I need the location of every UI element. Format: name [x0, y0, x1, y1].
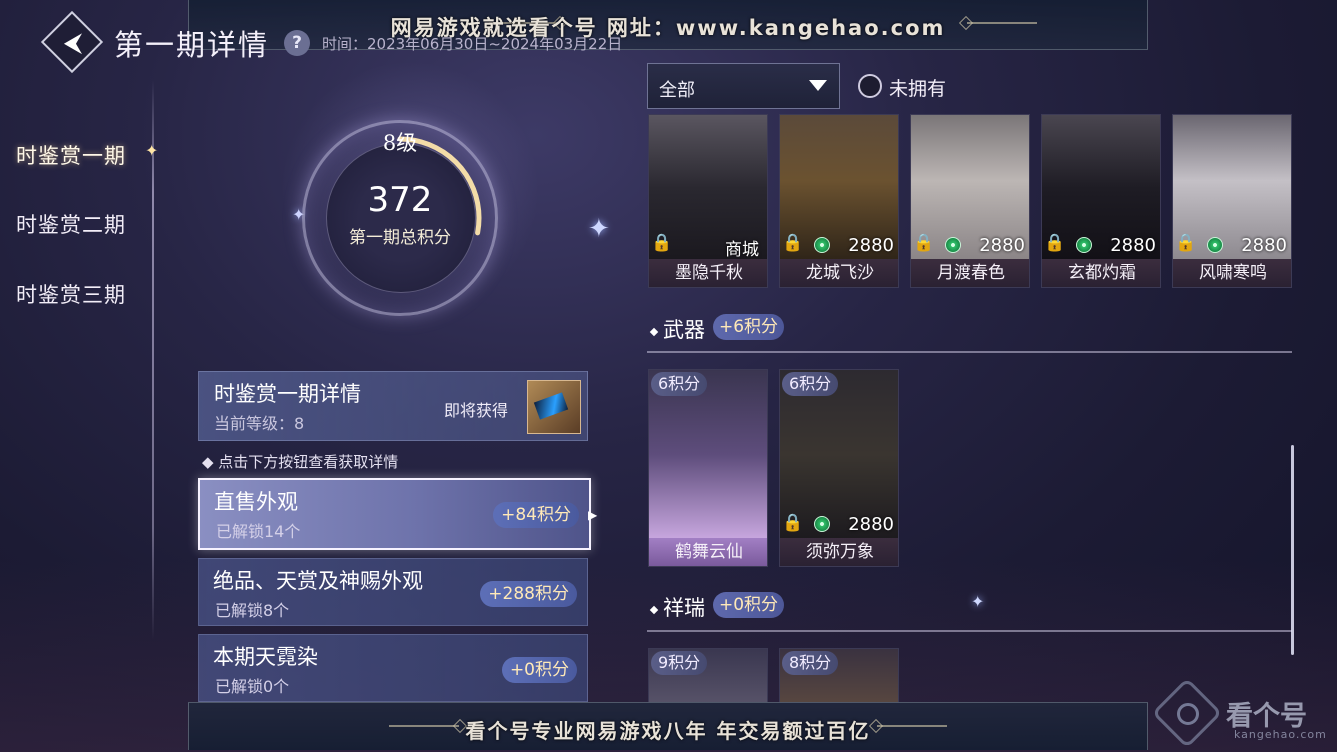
jade-coin-icon: [814, 237, 830, 253]
sparkle-icon: ✦: [588, 214, 610, 244]
active-tab-star-icon: ✦: [145, 141, 159, 160]
page-title: 第一期详情: [114, 28, 270, 62]
jade-coin-icon: [1076, 237, 1092, 253]
reward-item-icon: [533, 392, 569, 420]
outfit-price: 2880: [848, 235, 894, 256]
category-direct-sale[interactable]: 直售外观 已解锁14个 +84积分: [198, 478, 591, 550]
jade-coin-icon: [1207, 237, 1223, 253]
auspicious-points-badge: 8积分: [782, 651, 839, 675]
weapon-card[interactable]: 6积分 🔒 2880 须弥万象: [779, 369, 899, 567]
back-arrow-icon[interactable]: ⮜: [58, 28, 88, 58]
outfit-price: 2880: [1241, 235, 1287, 256]
item-list[interactable]: 🔒 商城 墨隐千秋 🔒 2880 龙城飞沙 🔒 2880 月渡春色 🔒 2880…: [647, 112, 1297, 702]
selected-arrow-icon: ▶: [588, 508, 598, 522]
diamond-icon: [649, 605, 659, 614]
auspicious-points-badge: 9积分: [651, 651, 708, 675]
category-points: +0积分: [501, 657, 577, 683]
info-card-title: 时鉴赏一期详情: [214, 382, 361, 406]
outfit-card[interactable]: 🔒 商城 墨隐千秋: [648, 114, 768, 288]
lock-icon: 🔒: [1044, 233, 1066, 253]
weapon-section-points: +6积分: [713, 314, 785, 340]
watermark-logo-url: kangehao.com: [1234, 728, 1327, 741]
outfit-name: 龙城飞沙: [780, 259, 898, 287]
outfit-price: 2880: [979, 235, 1025, 256]
weapon-name: 须弥万象: [780, 538, 898, 566]
category-unlocked: 已解锁14个: [216, 522, 301, 541]
category-name: 绝品、天赏及神赐外观: [213, 569, 423, 593]
auspicious-section-points: +0积分: [713, 592, 785, 618]
filter-dropdown[interactable]: 全部: [647, 63, 840, 109]
category-unlocked: 已解锁0个: [215, 677, 290, 696]
weapon-name: 鹤舞云仙: [649, 538, 767, 566]
outfit-name: 墨隐千秋: [649, 259, 767, 287]
scrollbar[interactable]: [1291, 445, 1294, 655]
tab-period-1[interactable]: 时鉴赏一期: [16, 140, 126, 170]
lock-icon: 🔒: [782, 233, 804, 253]
auspicious-section-title: 祥瑞: [649, 592, 705, 622]
category-points: +84积分: [493, 502, 579, 528]
lock-icon: 🔒: [913, 233, 935, 253]
tab-period-3[interactable]: 时鉴赏三期: [16, 279, 126, 309]
category-dye[interactable]: 本期天霓染 已解锁0个 +0积分: [198, 634, 588, 702]
category-points: +288积分: [480, 581, 577, 607]
section-divider: [647, 630, 1292, 632]
outfit-price: 2880: [1110, 235, 1156, 256]
lock-icon: 🔒: [782, 513, 804, 533]
hint-text: ◆ 点击下方按钮查看获取详情: [202, 453, 399, 471]
category-name: 本期天霓染: [213, 645, 318, 669]
jade-coin-icon: [814, 516, 830, 532]
auspicious-card[interactable]: 9积分: [648, 648, 768, 702]
weapon-section-title: 武器: [649, 314, 705, 344]
filter-value: 全部: [659, 80, 695, 101]
total-score: 372: [367, 180, 433, 220]
outfit-card[interactable]: 🔒 2880 玄都灼霜: [1041, 114, 1161, 288]
caret-down-icon: [809, 80, 827, 91]
outfit-name: 月渡春色: [911, 259, 1029, 287]
jade-coin-icon: [945, 237, 961, 253]
help-icon[interactable]: ?: [284, 30, 310, 56]
outfit-name: 风啸寒鸣: [1173, 259, 1291, 287]
upcoming-reward-label: 即将获得: [444, 401, 509, 420]
auspicious-card[interactable]: 8积分: [779, 648, 899, 702]
reward-thumbnail[interactable]: [527, 380, 581, 434]
current-level: 当前等级：8: [214, 414, 305, 433]
watermark-bottom-text: 看个号专业网易游戏八年 年交易额过百亿: [465, 719, 871, 743]
section-divider: [647, 351, 1292, 353]
weapon-card[interactable]: 6积分 鹤舞云仙: [648, 369, 768, 567]
outfit-card[interactable]: 🔒 2880 月渡春色: [910, 114, 1030, 288]
category-premium[interactable]: 绝品、天赏及神赐外观 已解锁8个 +288积分: [198, 558, 588, 626]
outfit-name: 玄都灼霜: [1042, 259, 1160, 287]
period-date: 时间：2023年06月30日~2024年03月22日: [322, 35, 623, 53]
not-owned-label[interactable]: 未拥有: [889, 74, 946, 101]
diamond-icon: [649, 327, 659, 336]
watermark-eye-icon: [1177, 703, 1199, 725]
lock-icon: 🔒: [651, 233, 673, 253]
watermark-bottom-banner: 看个号专业网易游戏八年 年交易额过百亿: [188, 702, 1148, 750]
tab-divider: [152, 80, 154, 640]
lock-icon: 🔒: [1175, 233, 1197, 253]
weapon-points-badge: 6积分: [651, 372, 708, 396]
not-owned-radio[interactable]: [858, 74, 882, 98]
level-label: 8级: [382, 131, 418, 155]
outfit-price: 商城: [725, 240, 759, 260]
tab-period-2[interactable]: 时鉴赏二期: [16, 209, 126, 239]
outfit-card[interactable]: 🔒 2880 龙城飞沙: [779, 114, 899, 288]
weapon-price: 2880: [848, 514, 894, 535]
category-name: 直售外观: [214, 490, 298, 514]
total-score-label: 第一期总积分: [349, 228, 451, 248]
outfit-card[interactable]: 🔒 2880 风啸寒鸣: [1172, 114, 1292, 288]
category-unlocked: 已解锁8个: [215, 601, 290, 620]
weapon-points-badge: 6积分: [782, 372, 839, 396]
